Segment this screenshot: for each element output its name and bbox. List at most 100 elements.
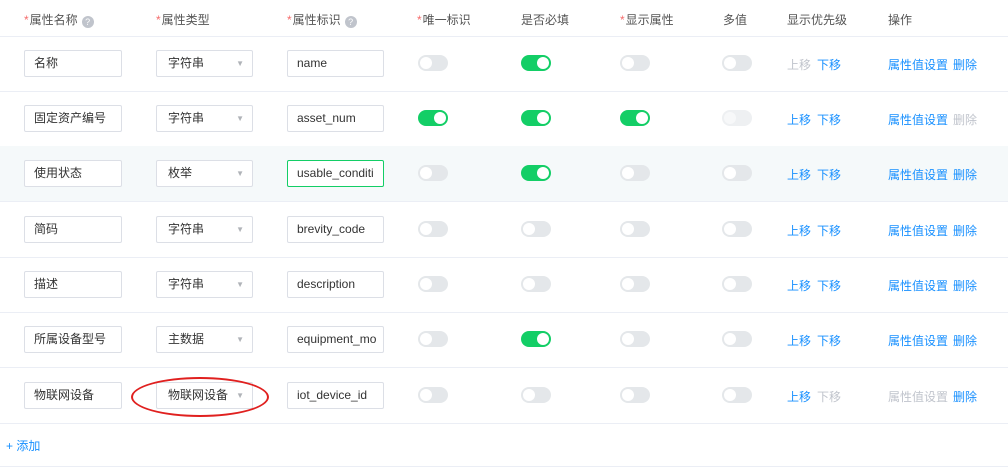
help-icon[interactable]: ? <box>344 16 357 28</box>
table-row: 描述 字符串 ▼ description 上移 下移 属性值设置 删除 <box>0 257 1008 313</box>
multi-value-switch[interactable] <box>722 276 752 292</box>
attribute-identifier-input[interactable]: equipment_mo <box>287 326 384 353</box>
required-switch[interactable] <box>521 331 551 347</box>
attribute-name-input[interactable]: 简码 <box>24 216 122 243</box>
display-switch[interactable] <box>620 221 650 237</box>
unique-switch[interactable] <box>418 276 448 292</box>
switch-knob <box>420 167 432 179</box>
move-down-button[interactable]: 下移 <box>817 56 841 73</box>
display-switch[interactable] <box>620 165 650 181</box>
attribute-value-settings-link: 属性值设置 <box>888 390 949 404</box>
move-up-button[interactable]: 上移 <box>787 111 811 128</box>
switch-knob <box>523 389 535 401</box>
attribute-identifier-input[interactable]: brevity_code <box>287 216 384 243</box>
move-down-button[interactable]: 下移 <box>817 277 841 294</box>
move-down-button[interactable]: 下移 <box>817 111 841 128</box>
table-bottom-divider <box>0 466 1008 467</box>
attribute-name-input[interactable]: 描述 <box>24 271 122 298</box>
required-switch[interactable] <box>521 276 551 292</box>
display-switch[interactable] <box>620 387 650 403</box>
delete-link[interactable]: 删除 <box>953 332 977 349</box>
switch-knob <box>537 112 549 124</box>
required-switch[interactable] <box>521 165 551 181</box>
delete-link[interactable]: 删除 <box>953 388 977 405</box>
move-down-button[interactable]: 下移 <box>817 222 841 239</box>
attribute-name-input[interactable]: 物联网设备 <box>24 382 122 409</box>
help-icon[interactable]: ? <box>81 16 94 28</box>
unique-switch[interactable] <box>418 331 448 347</box>
unique-switch[interactable] <box>418 221 448 237</box>
move-down-button[interactable]: 下移 <box>817 166 841 183</box>
attribute-type-select[interactable]: 主数据 ▼ <box>156 326 253 353</box>
switch-knob <box>724 333 736 345</box>
unique-switch[interactable] <box>418 110 448 126</box>
display-switch[interactable] <box>620 110 650 126</box>
move-up-button[interactable]: 上移 <box>787 277 811 294</box>
switch-knob <box>724 112 736 124</box>
add-attribute-button[interactable]: + 添加 <box>6 437 40 454</box>
multi-value-switch[interactable] <box>722 331 752 347</box>
switch-knob <box>537 333 549 345</box>
dropdown-caret-icon: ▼ <box>236 169 244 178</box>
attribute-value-settings-link[interactable]: 属性值设置 <box>888 111 948 128</box>
switch-knob <box>420 389 432 401</box>
attribute-value-settings-link[interactable]: 属性值设置 <box>888 166 948 183</box>
move-down-button[interactable]: 下移 <box>817 332 841 349</box>
attribute-identifier-input[interactable]: description <box>287 271 384 298</box>
attribute-name-input[interactable]: 使用状态 <box>24 160 122 187</box>
attribute-type-select[interactable]: 字符串 ▼ <box>156 50 253 77</box>
header-required: 是否必填 <box>521 13 570 27</box>
switch-knob <box>622 167 634 179</box>
attribute-name-input[interactable]: 名称 <box>24 50 122 77</box>
attribute-value-settings-link[interactable]: 属性值设置 <box>888 56 948 73</box>
delete-link[interactable]: 删除 <box>953 222 977 239</box>
move-up-button[interactable]: 上移 <box>787 222 811 239</box>
unique-switch[interactable] <box>418 387 448 403</box>
attribute-identifier-input[interactable]: iot_device_id <box>287 382 384 409</box>
multi-value-switch[interactable] <box>722 221 752 237</box>
delete-link[interactable]: 删除 <box>953 166 977 183</box>
move-down-button: 下移 <box>817 390 842 404</box>
move-up-button[interactable]: 上移 <box>787 332 811 349</box>
attribute-name-input[interactable]: 所属设备型号 <box>24 326 122 353</box>
switch-knob <box>537 167 549 179</box>
attribute-type-select[interactable]: 字符串 ▼ <box>156 105 253 132</box>
attribute-value-settings-link[interactable]: 属性值设置 <box>888 277 948 294</box>
switch-knob <box>622 223 634 235</box>
switch-knob <box>537 57 549 69</box>
attribute-identifier-input[interactable]: usable_conditi <box>287 160 384 187</box>
display-switch[interactable] <box>620 276 650 292</box>
attribute-type-select[interactable]: 字符串 ▼ <box>156 216 253 243</box>
multi-value-switch[interactable] <box>722 387 752 403</box>
multi-value-switch[interactable] <box>722 165 752 181</box>
switch-knob <box>724 167 736 179</box>
attribute-type-select[interactable]: 枚举 ▼ <box>156 160 253 187</box>
attribute-type-select[interactable]: 字符串 ▼ <box>156 271 253 298</box>
attribute-value-settings-link[interactable]: 属性值设置 <box>888 332 948 349</box>
table-row: 使用状态 枚举 ▼ usable_conditi 上移 下移 属性值设置 删除 <box>0 146 1008 202</box>
unique-switch[interactable] <box>418 55 448 71</box>
attribute-identifier-input[interactable]: name <box>287 50 384 77</box>
attribute-identifier-input[interactable]: asset_num <box>287 105 384 132</box>
delete-link[interactable]: 删除 <box>953 277 977 294</box>
move-up-button[interactable]: 上移 <box>787 388 811 405</box>
required-switch[interactable] <box>521 221 551 237</box>
header-actions: 操作 <box>888 13 913 27</box>
required-switch[interactable] <box>521 55 551 71</box>
required-switch[interactable] <box>521 387 551 403</box>
switch-knob <box>622 333 634 345</box>
unique-switch[interactable] <box>418 165 448 181</box>
switch-knob <box>724 389 736 401</box>
attribute-name-input[interactable]: 固定资产编号 <box>24 105 122 132</box>
required-switch[interactable] <box>521 110 551 126</box>
display-switch[interactable] <box>620 331 650 347</box>
delete-link[interactable]: 删除 <box>953 56 977 73</box>
move-up-button[interactable]: 上移 <box>787 166 811 183</box>
delete-link: 删除 <box>953 113 978 127</box>
display-switch[interactable] <box>620 55 650 71</box>
dropdown-caret-icon: ▼ <box>236 335 244 344</box>
attribute-type-value: 字符串 <box>168 111 205 125</box>
multi-value-switch[interactable] <box>722 55 752 71</box>
table-header: *属性名称? *属性类型 *属性标识? *唯一标识 是否必填 *显示属性 多值 … <box>0 0 1008 37</box>
attribute-value-settings-link[interactable]: 属性值设置 <box>888 222 948 239</box>
